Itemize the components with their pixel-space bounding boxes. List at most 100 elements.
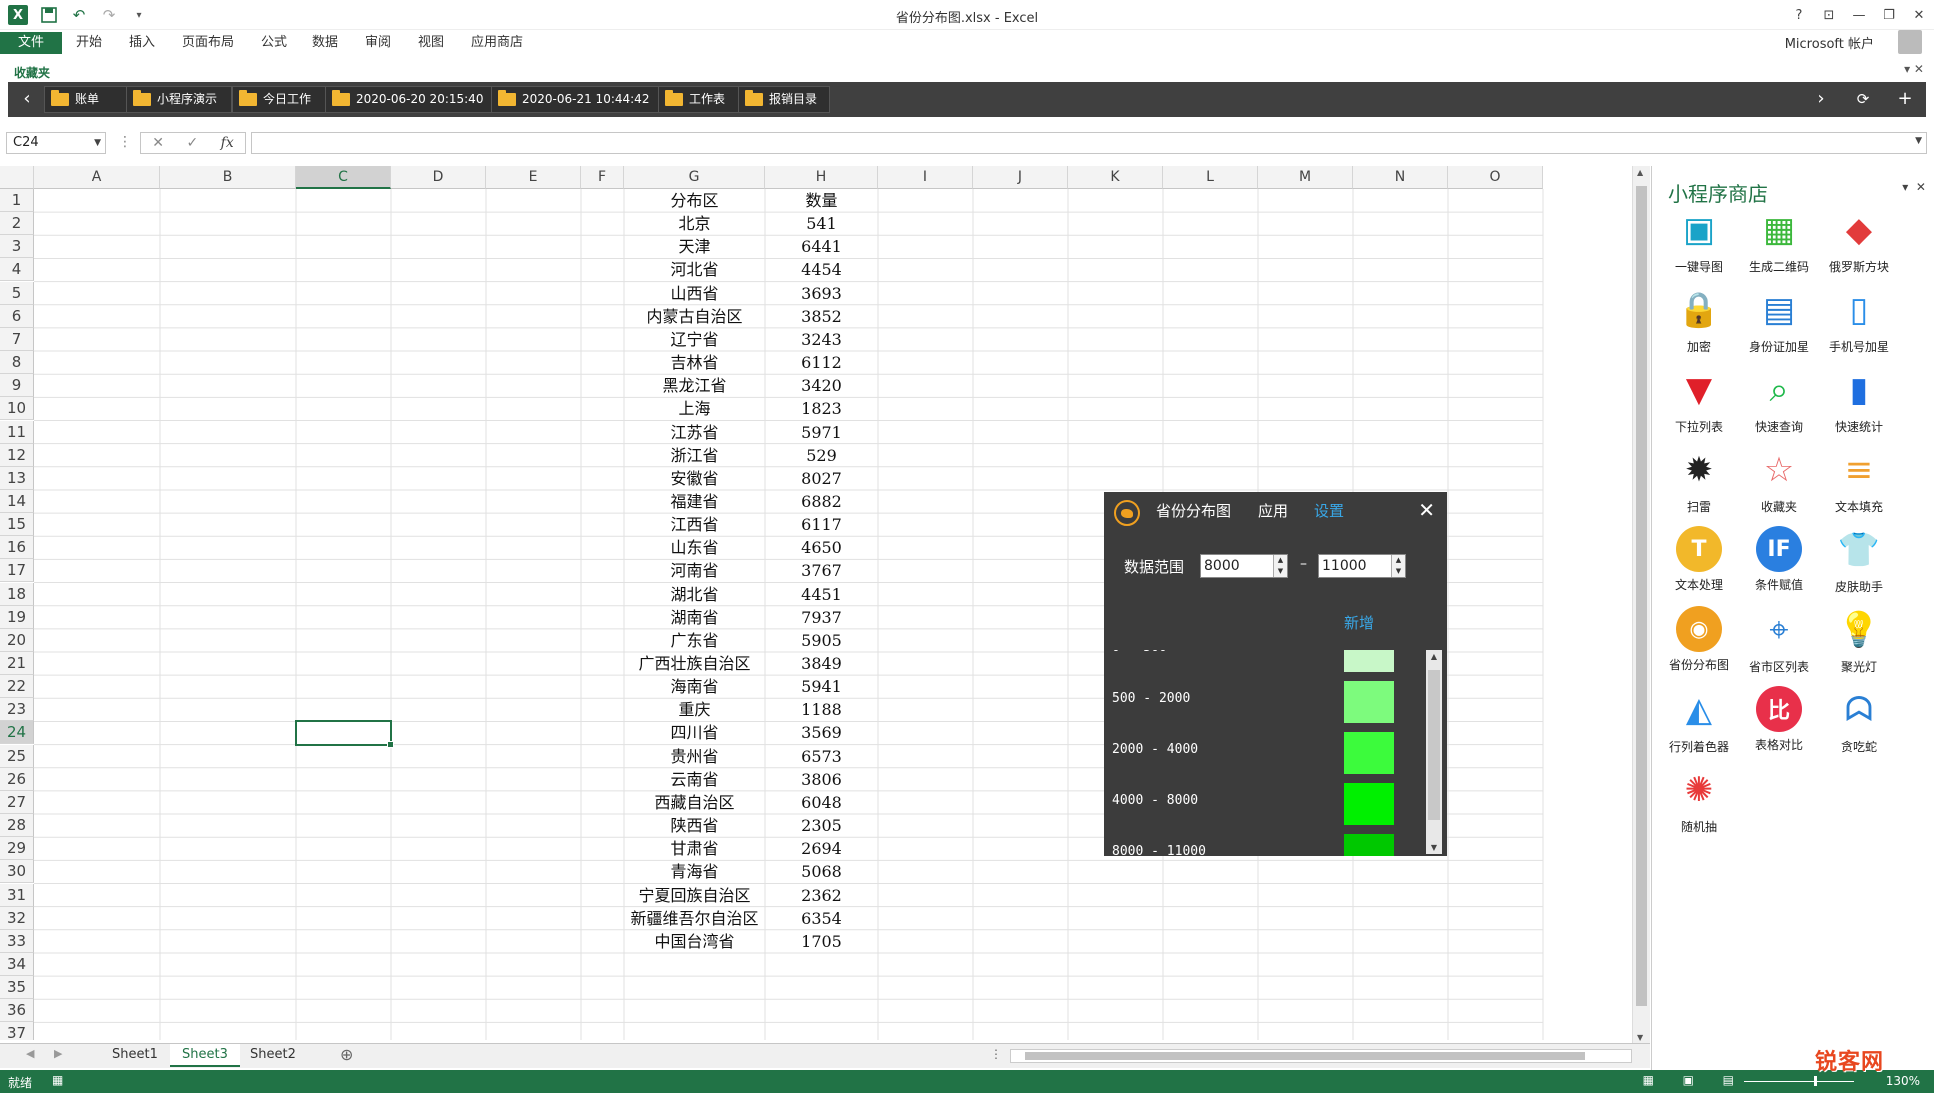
header-cell-g1[interactable]: 分布区 bbox=[624, 189, 765, 212]
legend-row[interactable]: 4000 - 8000 bbox=[1104, 779, 1424, 825]
column-header-f[interactable]: F bbox=[581, 166, 624, 189]
app-paint-bucket[interactable]: ◭ 行列着色器 bbox=[1660, 686, 1738, 762]
app-compare[interactable]: 比表格对比 bbox=[1740, 686, 1818, 762]
row-header-6[interactable]: 6 bbox=[0, 304, 34, 328]
row-header-19[interactable]: 19 bbox=[0, 605, 34, 629]
row-header-32[interactable]: 32 bbox=[0, 906, 34, 930]
column-header-e[interactable]: E bbox=[486, 166, 581, 189]
legend-color-swatch[interactable] bbox=[1344, 732, 1394, 774]
cell-g24[interactable]: 四川省 bbox=[624, 721, 765, 744]
macro-record-icon[interactable]: ▦ bbox=[52, 1073, 63, 1087]
app-phone[interactable]: ▯ 手机号加星 bbox=[1820, 286, 1898, 362]
column-header-c[interactable]: C bbox=[296, 166, 391, 189]
cell-h27[interactable]: 6048 bbox=[765, 791, 878, 814]
favorites-next-icon[interactable]: › bbox=[1808, 86, 1834, 113]
column-header-a[interactable]: A bbox=[34, 166, 160, 189]
column-header-n[interactable]: N bbox=[1353, 166, 1448, 189]
cell-h10[interactable]: 1823 bbox=[765, 397, 878, 420]
cell-h11[interactable]: 5971 bbox=[765, 421, 878, 444]
cell-g22[interactable]: 海南省 bbox=[624, 675, 765, 698]
cell-g30[interactable]: 青海省 bbox=[624, 860, 765, 883]
tab-view[interactable]: 视图 bbox=[404, 32, 458, 54]
scroll-up-icon[interactable]: ▲ bbox=[1426, 652, 1442, 661]
horizontal-scrollbar[interactable] bbox=[1010, 1049, 1632, 1063]
legend-row[interactable]: 500 - 2000 bbox=[1104, 677, 1424, 723]
tab-formulas[interactable]: 公式 bbox=[247, 32, 301, 54]
avatar[interactable] bbox=[1898, 30, 1922, 54]
column-header-d[interactable]: D bbox=[391, 166, 486, 189]
cell-h24[interactable]: 3569 bbox=[765, 721, 878, 744]
cell-g18[interactable]: 湖北省 bbox=[624, 583, 765, 606]
cell-h25[interactable]: 6573 bbox=[765, 745, 878, 768]
row-header-12[interactable]: 12 bbox=[0, 443, 34, 467]
favorite-item[interactable]: 报销目录 bbox=[738, 86, 830, 113]
row-header-37[interactable]: 37 bbox=[0, 1022, 34, 1040]
row-header-34[interactable]: 34 bbox=[0, 952, 34, 976]
row-header-10[interactable]: 10 bbox=[0, 397, 34, 421]
cell-g25[interactable]: 贵州省 bbox=[624, 745, 765, 768]
cell-g12[interactable]: 浙江省 bbox=[624, 444, 765, 467]
add-sheet-icon[interactable]: ⊕ bbox=[340, 1045, 353, 1064]
normal-view-icon[interactable]: ▦ bbox=[1643, 1073, 1654, 1087]
cell-h18[interactable]: 4451 bbox=[765, 583, 878, 606]
row-header-13[interactable]: 13 bbox=[0, 466, 34, 490]
cell-h33[interactable]: 1705 bbox=[765, 930, 878, 953]
tab-page-layout[interactable]: 页面布局 bbox=[168, 32, 248, 54]
panel-controls[interactable]: ▾ ✕ bbox=[1902, 180, 1926, 194]
cell-h9[interactable]: 3420 bbox=[765, 374, 878, 397]
column-header-j[interactable]: J bbox=[973, 166, 1068, 189]
app-bar-stats[interactable]: ▮ 快速统计 bbox=[1820, 366, 1898, 442]
row-header-22[interactable]: 22 bbox=[0, 675, 34, 699]
tab-home[interactable]: 开始 bbox=[62, 32, 116, 54]
cell-g10[interactable]: 上海 bbox=[624, 397, 765, 420]
app-id-card[interactable]: ▤ 身份证加星 bbox=[1740, 286, 1818, 362]
row-header-27[interactable]: 27 bbox=[0, 790, 34, 814]
row-header-4[interactable]: 4 bbox=[0, 258, 34, 282]
app-qrcode[interactable]: ▦ 生成二维码 bbox=[1740, 206, 1818, 282]
scroll-thumb[interactable] bbox=[1025, 1052, 1585, 1060]
cell-h28[interactable]: 2305 bbox=[765, 814, 878, 837]
favorites-prev-icon[interactable]: ‹ bbox=[14, 86, 40, 113]
enter-icon[interactable]: ✓ bbox=[186, 135, 198, 151]
cell-h19[interactable]: 7937 bbox=[765, 606, 878, 629]
select-all-corner[interactable] bbox=[0, 166, 34, 189]
row-header-21[interactable]: 21 bbox=[0, 652, 34, 675]
spinner-arrows-icon[interactable]: ▲ ▼ bbox=[1273, 555, 1287, 577]
more-options-icon[interactable]: ⋮ bbox=[118, 134, 132, 150]
cell-h13[interactable]: 8027 bbox=[765, 467, 878, 490]
row-header-33[interactable]: 33 bbox=[0, 929, 34, 953]
cell-h21[interactable]: 3849 bbox=[765, 652, 878, 675]
cell-h2[interactable]: 541 bbox=[765, 212, 878, 235]
app-text-fill[interactable]: ≡ 文本填充 bbox=[1820, 446, 1898, 522]
row-header-31[interactable]: 31 bbox=[0, 883, 34, 907]
tab-insert[interactable]: 插入 bbox=[115, 32, 169, 54]
formula-input[interactable]: ▼ bbox=[251, 132, 1927, 154]
cell-g9[interactable]: 黑龙江省 bbox=[624, 374, 765, 397]
cell-g32[interactable]: 新疆维吾尔自治区 bbox=[624, 907, 765, 930]
cell-h32[interactable]: 6354 bbox=[765, 907, 878, 930]
cell-h12[interactable]: 529 bbox=[765, 444, 878, 467]
cell-h15[interactable]: 6117 bbox=[765, 513, 878, 536]
favorite-item[interactable]: 2020-06-21 10:44:42 bbox=[491, 86, 661, 113]
app-mine[interactable]: ✹ 扫雷 bbox=[1660, 446, 1738, 522]
cell-g6[interactable]: 内蒙古自治区 bbox=[624, 305, 765, 328]
cell-h22[interactable]: 5941 bbox=[765, 675, 878, 698]
cell-h29[interactable]: 2694 bbox=[765, 837, 878, 860]
row-header-28[interactable]: 28 bbox=[0, 814, 34, 838]
row-header-14[interactable]: 14 bbox=[0, 489, 34, 513]
cell-g23[interactable]: 重庆 bbox=[624, 698, 765, 721]
page-layout-view-icon[interactable]: ▣ bbox=[1683, 1073, 1694, 1087]
name-box[interactable]: C24 ▼ bbox=[6, 132, 106, 154]
cell-g14[interactable]: 福建省 bbox=[624, 490, 765, 513]
app-image-export[interactable]: ▣ 一键导图 bbox=[1660, 206, 1738, 282]
header-cell-h1[interactable]: 数量 bbox=[765, 189, 878, 212]
restore-button[interactable]: ❐ bbox=[1874, 0, 1904, 30]
tab-review[interactable]: 审阅 bbox=[351, 32, 405, 54]
scroll-thumb[interactable] bbox=[1428, 670, 1440, 820]
scroll-up-icon[interactable]: ▲ bbox=[1637, 168, 1643, 177]
row-header-15[interactable]: 15 bbox=[0, 513, 34, 537]
cell-g19[interactable]: 湖南省 bbox=[624, 606, 765, 629]
cell-h17[interactable]: 3767 bbox=[765, 559, 878, 582]
favorite-item[interactable]: 工作表 bbox=[658, 86, 742, 113]
zoom-level[interactable]: 130% bbox=[1886, 1074, 1920, 1088]
